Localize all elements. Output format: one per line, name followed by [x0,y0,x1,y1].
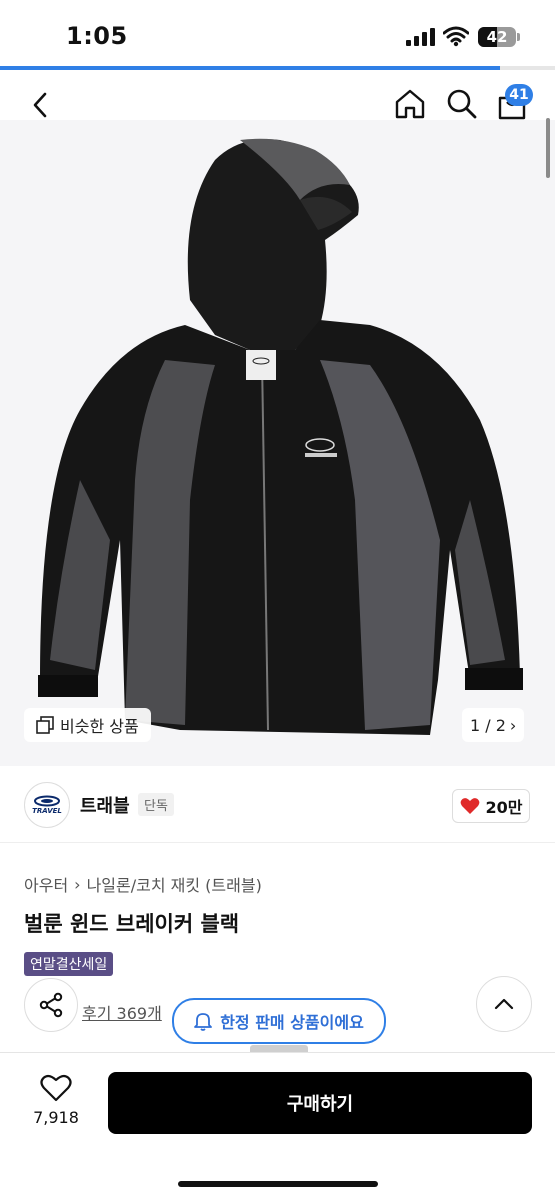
bell-icon [194,1013,213,1031]
limited-sale-label: 한정 판매 상품이에요 [220,1013,364,1032]
heart-icon [460,798,479,814]
similar-products-label: 비슷한 상품 [60,717,139,736]
heart-outline-icon[interactable] [40,1074,72,1102]
battery-indicator: 42 [478,27,516,47]
brand-name[interactable]: 트래블 [80,792,130,818]
scroll-top-button[interactable] [476,976,532,1032]
review-count-link[interactable]: 후기 369개 [82,1000,162,1024]
status-time: 1:05 [66,22,128,50]
product-title: 벌룬 윈드 브레이커 블랙 [24,912,240,936]
brand-logo[interactable]: TRAVEL [24,782,70,828]
battery-cap [517,33,520,41]
brand-logo-text: TRAVEL [32,807,62,815]
chevron-up-icon [494,998,514,1010]
exclusive-tag: 단독 [138,793,174,816]
share-button[interactable] [24,978,78,1032]
section-divider [0,842,555,843]
image-pager-label: 1 / 2 [470,715,506,735]
signal-icon [406,28,436,46]
similar-icon [36,716,54,734]
brand-logo-mark [34,795,60,807]
page-progress-fill [0,66,500,70]
product-image[interactable] [0,120,555,766]
brand-like-button[interactable]: 20만 [452,789,530,823]
page-progress [0,66,555,70]
similar-products-button[interactable]: 비슷한 상품 [24,708,151,742]
breadcrumb-subcategory[interactable]: 나일론/코치 재킷 (트래블) [87,872,262,896]
image-pager[interactable]: 1 / 2 › [462,708,525,742]
scrollbar[interactable] [546,118,550,178]
share-icon [39,992,63,1018]
buy-button[interactable]: 구매하기 [108,1072,532,1134]
wish-count: 7,918 [33,1108,79,1127]
search-icon[interactable] [446,88,478,120]
home-indicator [178,1181,378,1187]
breadcrumb: 아우터 › 나일론/코치 재킷 (트래블) [24,872,262,896]
chevron-right-icon: › [509,715,517,735]
jacket-illustration [38,138,523,735]
home-icon[interactable] [394,88,426,120]
chevron-right-icon: › [74,874,81,894]
cart-count-badge: 41 [505,84,533,106]
sale-badge: 연말결산세일 [24,952,114,976]
breadcrumb-category[interactable]: 아우터 [24,872,68,896]
brand-like-count: 20만 [485,798,523,817]
back-icon[interactable] [28,90,52,120]
wifi-icon [443,26,469,47]
battery-level: 42 [486,28,508,46]
limited-sale-notice[interactable]: 한정 판매 상품이에요 [172,998,386,1044]
